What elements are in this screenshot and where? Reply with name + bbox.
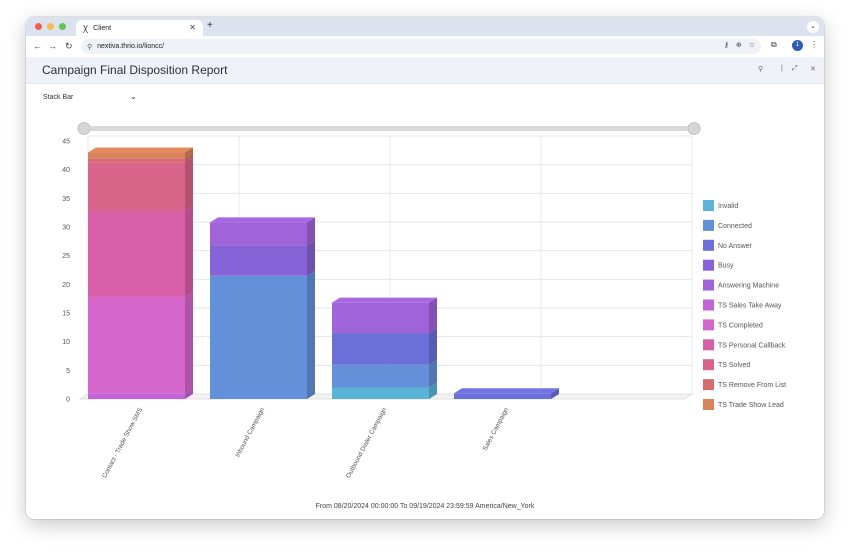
legend-swatch [703, 399, 714, 410]
bar-segment [88, 158, 185, 163]
bar-segment-side [307, 270, 315, 399]
range-slider-handle-left [77, 122, 91, 135]
bar-segment [210, 222, 307, 246]
x-tick-label: Contact - Trade Show SMS [101, 406, 144, 479]
legend-swatch [703, 359, 714, 371]
y-tick-label: 10 [62, 339, 70, 346]
x-tick-label: Outbound Dialer Campaign [345, 406, 388, 479]
bar-segment [454, 393, 551, 399]
bar-segment-side [185, 291, 193, 394]
y-tick-label: 25 [62, 253, 70, 260]
legend-label: Busy [718, 263, 734, 270]
x-tick-label: Sales Campaign [482, 406, 511, 452]
legend-swatch [703, 200, 714, 211]
legend-label: TS Personal Callback [718, 342, 786, 349]
bar-segment [332, 364, 429, 388]
x-tick-label: Inbound Campaign [234, 406, 266, 458]
y-tick-label: 5 [66, 368, 70, 375]
legend-swatch [703, 279, 714, 291]
bar-segment-side [429, 328, 437, 365]
bar-top-face [332, 297, 437, 303]
legend-swatch [703, 219, 714, 231]
range-slider-track [84, 126, 694, 131]
legend-label: Answering Machine [718, 283, 779, 290]
bar-segment [88, 393, 185, 399]
bar-segment-side [307, 240, 315, 276]
bar-segment [210, 245, 307, 276]
bar-top-face [210, 217, 315, 223]
legend-label: Connected [718, 223, 752, 230]
bar-segment [88, 162, 185, 211]
bar-segment [210, 275, 307, 399]
legend-swatch [703, 259, 714, 271]
bar-segment [332, 333, 429, 365]
stacked-bar-chart: 0 5 10 15 20 25 30 35 40 45 Contact - Trade Show S… [62, 122, 786, 479]
bar-top-face [454, 388, 559, 394]
legend-label: TS Solved [718, 362, 750, 369]
y-tick-label: 35 [62, 196, 70, 203]
bar-segment-side [185, 205, 193, 297]
legend-swatch [703, 239, 714, 251]
legend-label: TS Completed [718, 322, 763, 329]
bar-segment-side [429, 297, 437, 334]
bar-top-face [88, 147, 193, 153]
range-slider-handle-right [687, 122, 701, 135]
legend-label: TS Sales Take Away [718, 303, 782, 310]
bar-segment [88, 152, 185, 159]
bar-segment [88, 210, 185, 297]
legend-swatch [703, 339, 714, 351]
legend-swatch [703, 319, 714, 331]
legend-label: TS Remove From List [718, 382, 786, 389]
date-range-footer: From 08/20/2024 00:00:00 To 09/19/2024 2… [315, 503, 535, 510]
legend-swatch [703, 379, 714, 391]
bar-segment [88, 296, 185, 394]
y-tick-label: 30 [62, 225, 70, 232]
bar-segment [332, 302, 429, 334]
y-tick-label: 0 [66, 397, 70, 404]
y-tick-label: 15 [62, 311, 70, 318]
y-tick-label: 45 [62, 139, 70, 146]
browser-window: Ꭓ Client ✕ + ⌄ ← → ↻ ⚲ nextiva.thrio.io/… [26, 17, 824, 519]
y-tick-label: 40 [62, 167, 70, 174]
bar-segment [332, 387, 429, 399]
legend-label: No Answer [718, 243, 753, 250]
legend-label: Invalid [718, 203, 738, 210]
legend-swatch [703, 299, 714, 311]
legend-label: TS Trade Show Lead [718, 402, 784, 409]
bar-segment-side [185, 157, 193, 211]
y-tick-label: 20 [62, 282, 70, 289]
